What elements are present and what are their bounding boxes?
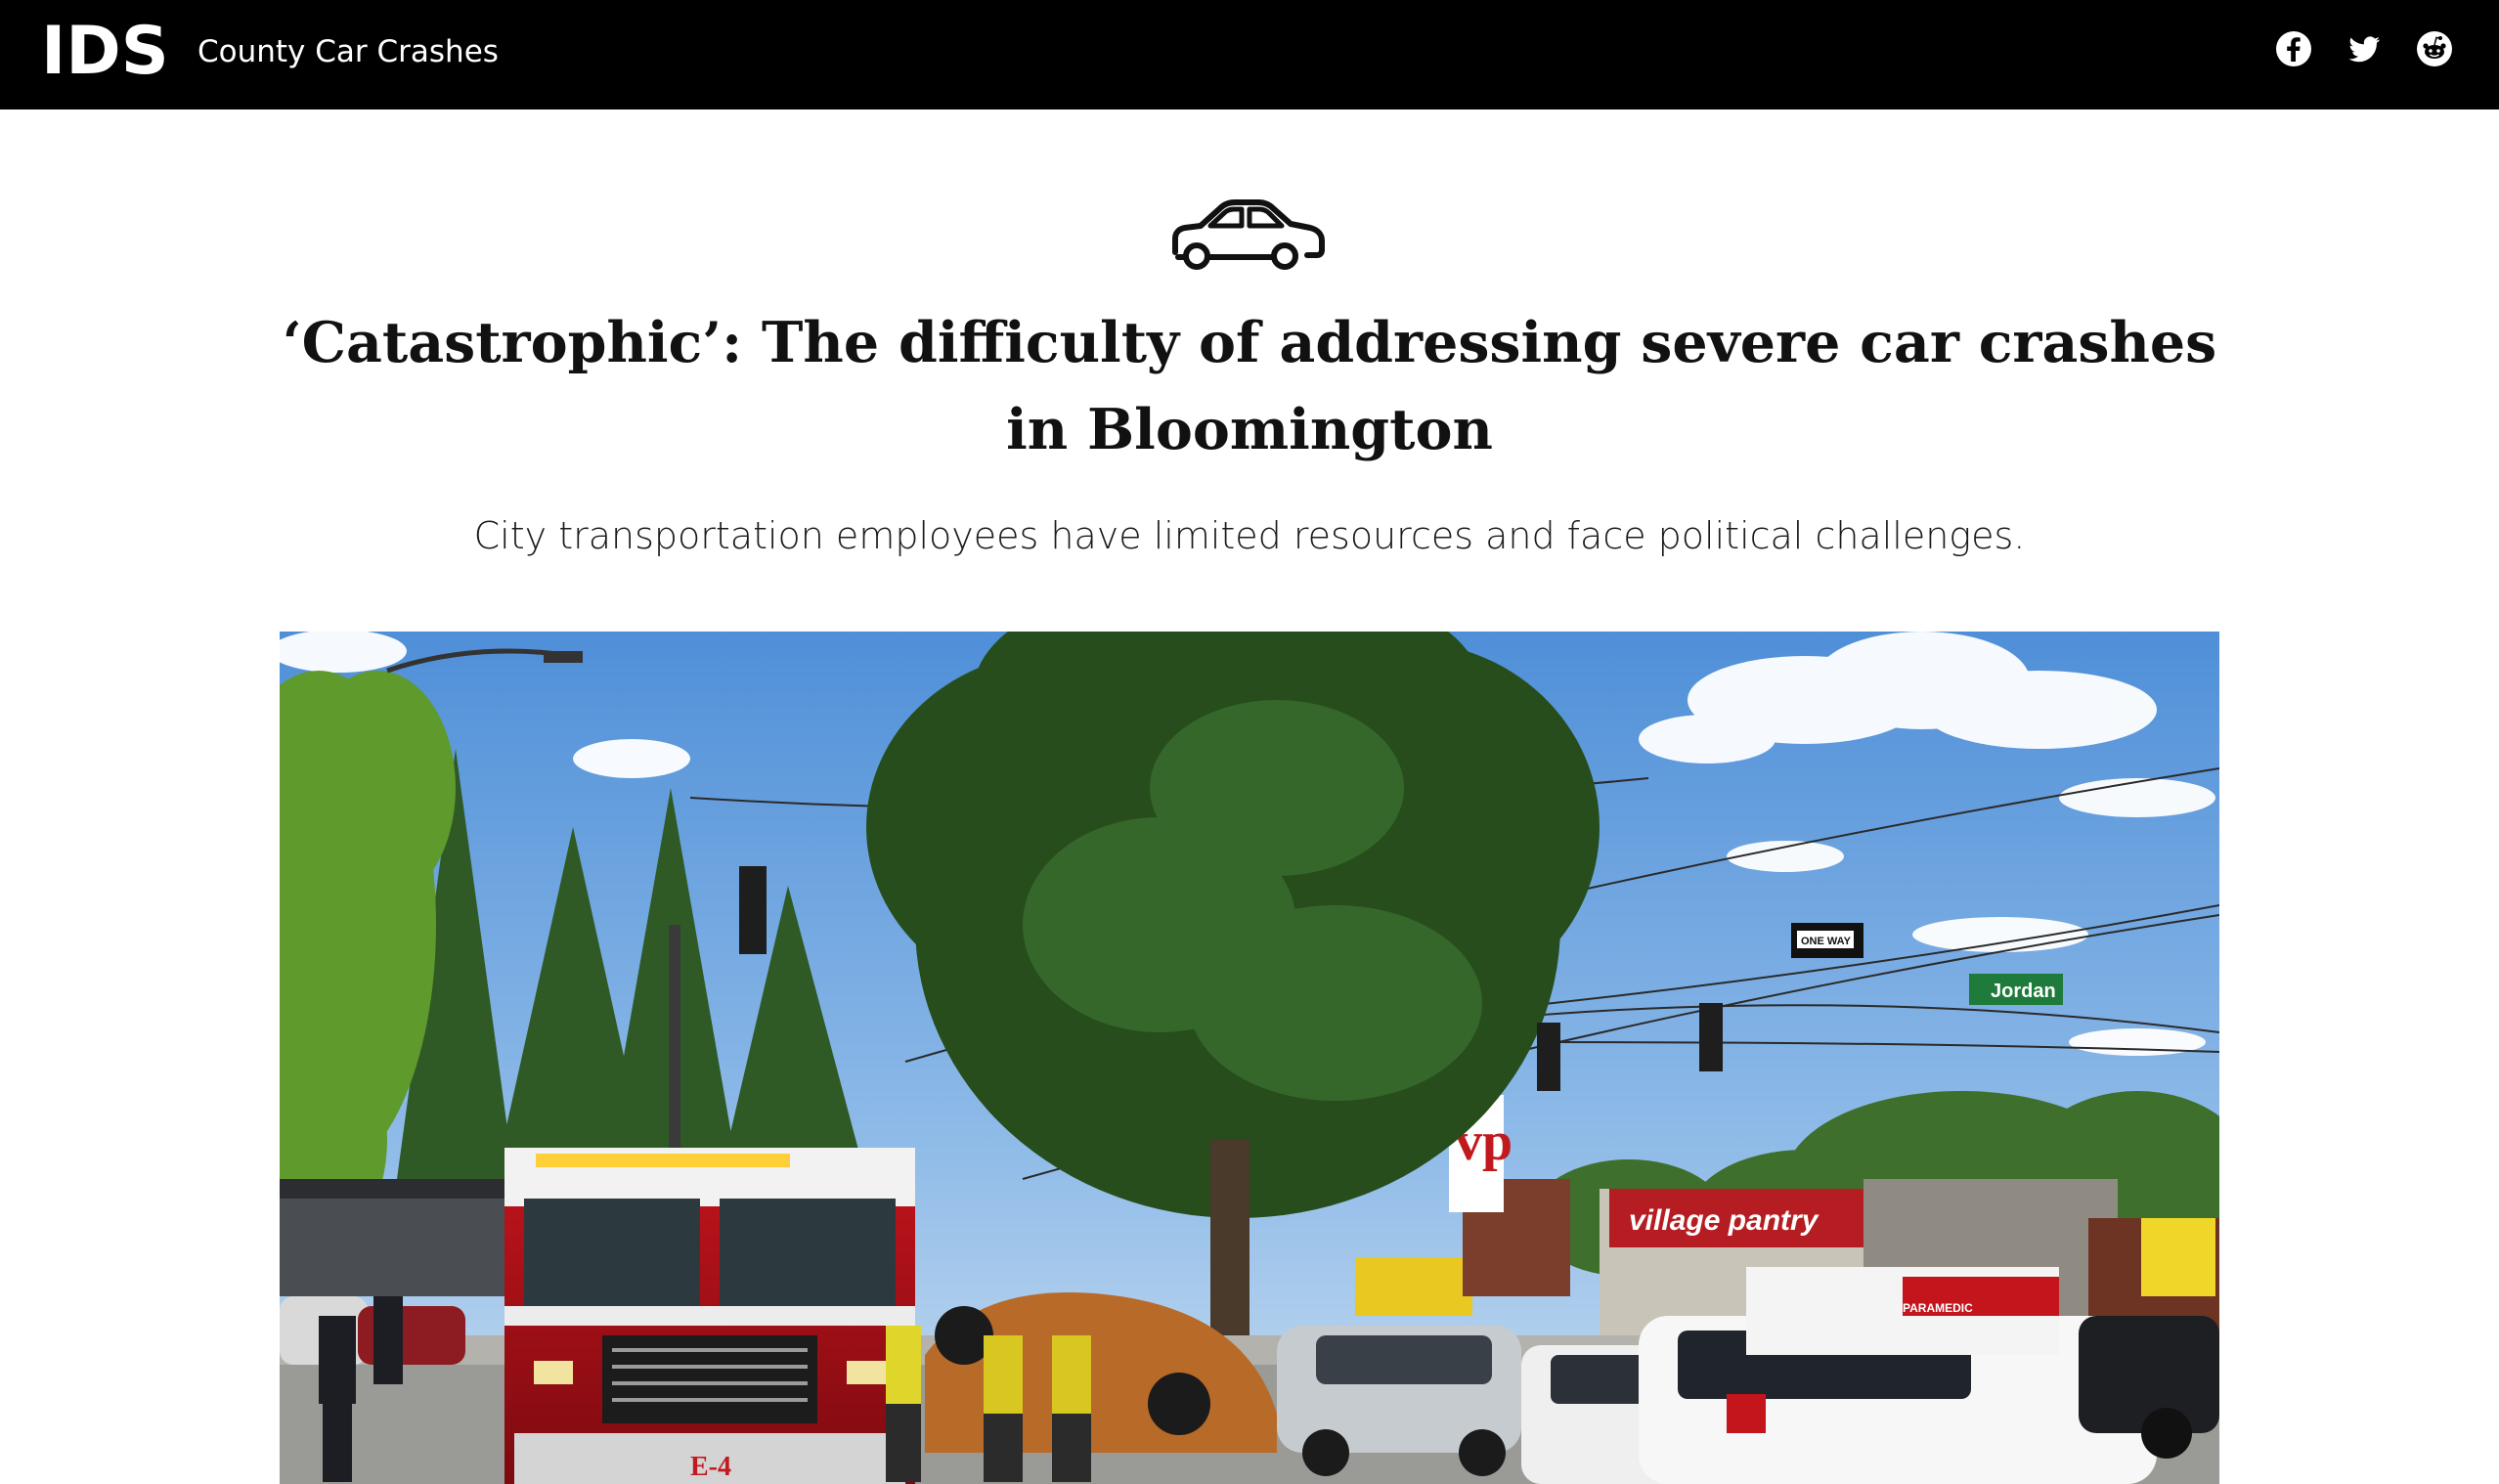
ids-logo[interactable]: IDS [41,18,169,86]
facebook-icon[interactable] [2274,29,2313,68]
street-sign: Jordan [1991,981,2056,1002]
article-headline: ‘Catastrophic’: The difficulty of addres… [282,310,2217,462]
twitter-icon[interactable] [2345,29,2384,68]
store-sign-text: village pantry [1629,1204,1819,1237]
article-subheadline: City transportation employees have limit… [473,514,2026,557]
one-way-sign: ONE WAY [1801,936,1852,947]
reddit-icon[interactable] [2415,29,2454,68]
car-icon [1169,196,1328,272]
fire-truck-number: E-4 [690,1452,731,1482]
top-navbar: IDS County Car Crashes [0,0,2499,109]
hero-photo: village pantry vp ONE WAY Jordan E-4 PAR… [280,632,2219,1484]
site-section-title[interactable]: County Car Crashes [197,31,499,72]
paramedic-label: PARAMEDIC [1903,1301,1973,1315]
